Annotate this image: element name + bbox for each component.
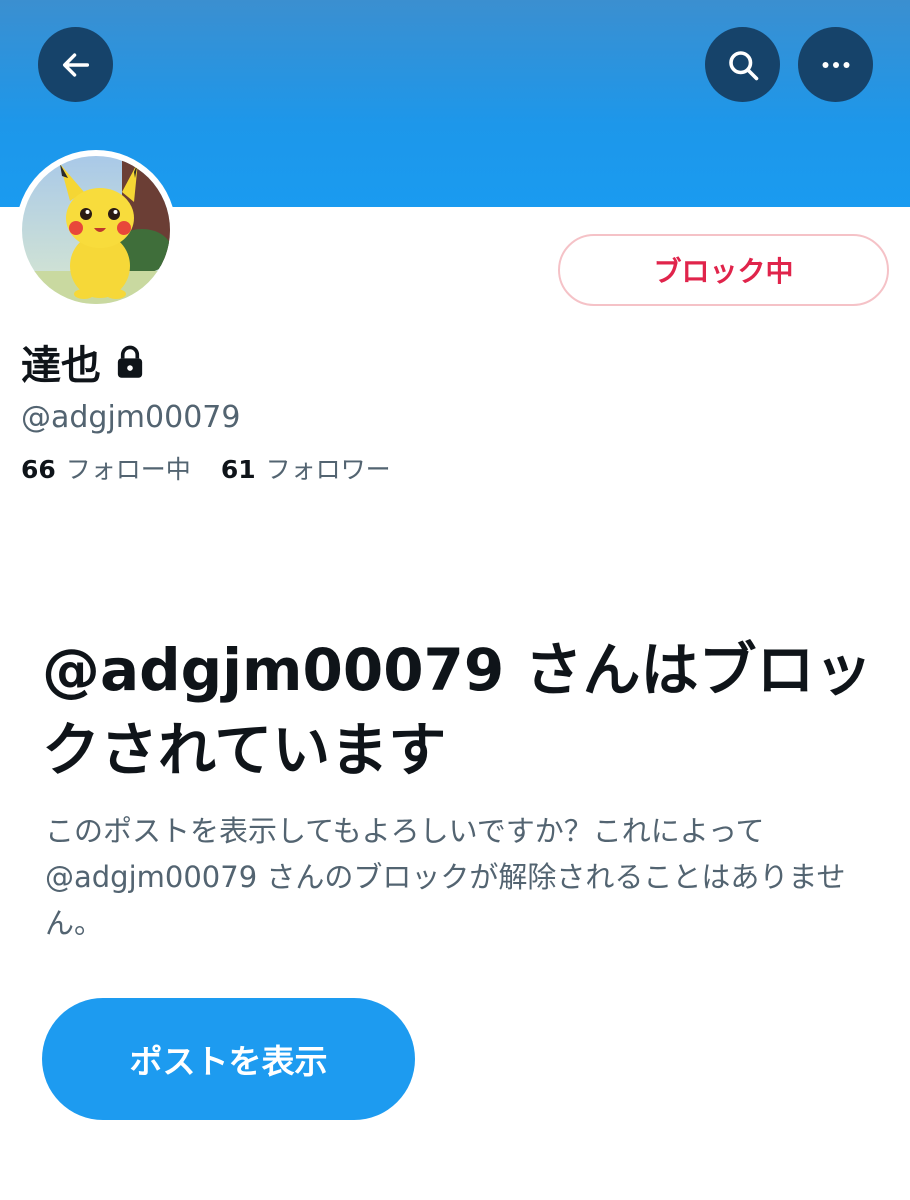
user-handle: @adgjm00079 [21,400,241,435]
followers-label: フォロワー [265,455,391,484]
lock-icon [117,345,143,378]
display-name-row: 達也 [21,332,145,392]
avatar[interactable] [16,150,176,310]
following-stat[interactable]: 66 フォロー中 [21,450,191,486]
blocked-notice-title: @adgjm00079 さんはブロックされています [42,636,873,784]
avatar-image [22,156,170,304]
followers-stat[interactable]: 61 フォロワー [221,450,391,486]
arrow-left-icon [62,52,89,77]
follow-stats: 66 フォロー中 61 フォロワー [21,450,391,486]
following-count: 66 [21,455,56,484]
following-label: フォロー中 [65,455,191,484]
display-name: 達也 [21,343,101,389]
more-horizontal-icon [822,61,849,68]
show-posts-button[interactable]: ポストを表示 [42,998,415,1120]
blocked-button[interactable]: ブロック中 [558,234,889,306]
show-posts-label: ポストを表示 [129,1042,328,1081]
search-button[interactable] [705,27,780,102]
followers-count: 61 [220,455,256,484]
more-button[interactable] [798,27,873,102]
back-button[interactable] [38,27,113,102]
search-icon [728,50,758,80]
blocked-notice-description: このポストを表示してもよろしいですか？これによって@adgjm00079 さんの… [45,814,846,940]
blocked-button-label: ブロック中 [653,255,794,288]
profile-page: ブロック中 達也 @adgjm00079 66 フォロー中 61 フォロワー @… [0,0,910,1200]
